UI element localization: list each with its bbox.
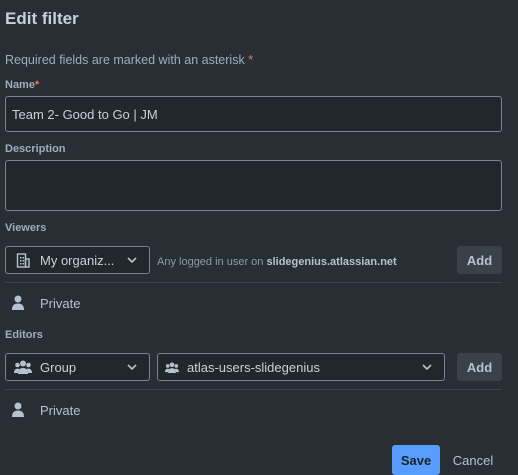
building-icon [14,251,32,269]
name-required-asterisk: * [34,79,40,91]
editors-group-value: atlas-users-slidegenius [187,359,320,375]
viewers-label: Viewers [5,222,47,234]
chevron-down-icon [125,257,139,263]
viewers-hint-site: slidegenius.atlassian.net [266,256,397,268]
editors-private-label: Private [40,402,81,418]
viewers-hint: Any logged in user on slidegenius.atlass… [157,256,397,268]
people-icon [14,358,32,376]
person-icon [8,400,28,420]
chevron-down-icon [420,364,434,370]
required-note-text: Required fields are marked with an aster… [5,53,245,67]
description-input[interactable] [6,161,501,210]
person-icon [8,293,28,313]
editors-type-value: Group [40,359,77,375]
editors-type-select[interactable]: Group [5,353,150,381]
chevron-down-icon [125,364,139,370]
viewers-private-entry: Private [8,293,80,313]
required-note: Required fields are marked with an aster… [5,53,253,67]
editors-private-entry: Private [8,400,80,420]
name-label-text: Name [5,79,35,91]
viewers-add-button[interactable]: Add [457,246,502,274]
name-label: Name* [5,79,39,91]
name-input[interactable] [6,97,501,131]
editors-add-button[interactable]: Add [457,353,502,381]
people-icon [165,358,179,376]
viewers-hint-text: Any logged in user on [157,256,264,268]
editors-divider [5,389,502,390]
viewers-scope-value: My organiz... [40,252,115,268]
description-field[interactable] [5,160,502,211]
viewers-divider [5,282,502,283]
editors-group-select[interactable]: atlas-users-slidegenius [157,353,445,381]
required-asterisk: * [248,53,254,67]
save-button[interactable]: Save [392,445,440,475]
dialog-title: Edit filter [5,9,79,28]
editors-label: Editors [5,329,43,341]
name-field[interactable] [5,96,502,132]
cancel-button[interactable]: Cancel [446,445,500,475]
description-label: Description [5,143,66,155]
viewers-scope-select[interactable]: My organiz... [5,246,150,274]
viewers-private-label: Private [40,295,81,311]
